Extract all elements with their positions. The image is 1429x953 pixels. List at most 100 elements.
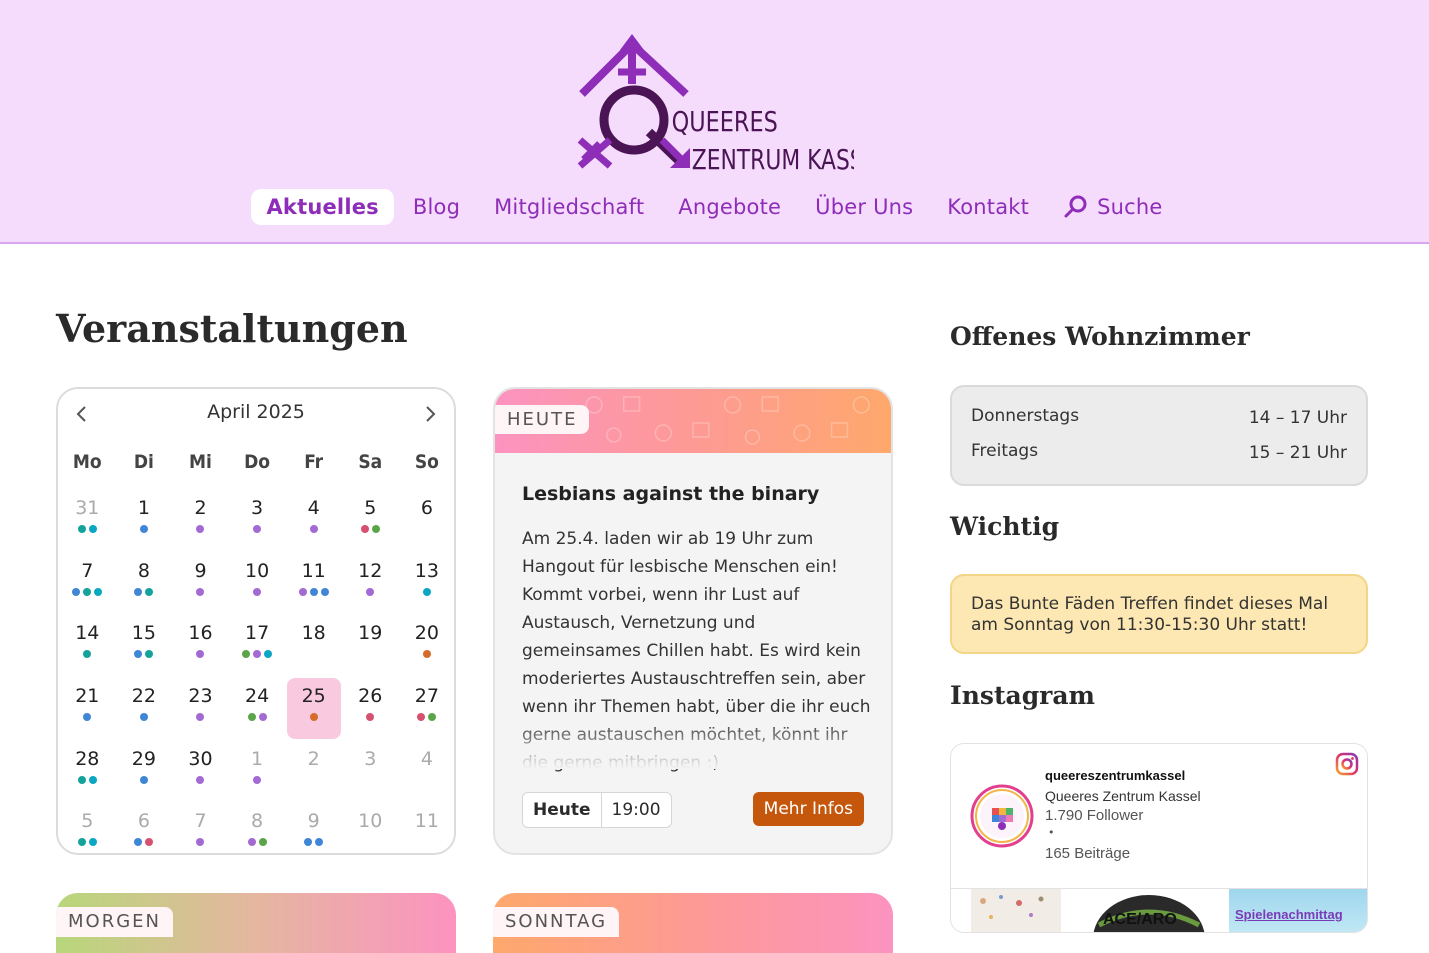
event-dot (315, 838, 324, 847)
nav-item-ueber-uns[interactable]: Über Uns (800, 189, 928, 225)
site-logo[interactable]: QUEERES ZENTRUM KASSEL (574, 32, 890, 176)
event-dot (309, 525, 318, 533)
day-number: 2 (307, 747, 320, 770)
instagram-username[interactable]: queereszentrumkassel (1045, 768, 1185, 783)
thumb-label: ACE/ARO (1103, 911, 1177, 928)
calendar-day[interactable]: 12 (342, 548, 399, 611)
calendar-day[interactable]: 11 (399, 798, 456, 861)
event-dots (366, 587, 375, 596)
calendar-day[interactable]: 20 (399, 610, 456, 673)
nav-item-aktuelles[interactable]: Aktuelles (251, 189, 394, 225)
calendar-day[interactable]: 14 (59, 610, 116, 673)
calendar-day[interactable]: 1 (229, 736, 286, 799)
event-dot (83, 587, 92, 596)
calendar-day[interactable]: 26 (342, 673, 399, 736)
event-dots (77, 525, 97, 533)
day-number: 22 (131, 685, 156, 708)
calendar-day[interactable]: 7 (59, 548, 116, 611)
calendar-day[interactable]: 17 (229, 610, 286, 673)
event-dot (145, 650, 154, 659)
calendar-day[interactable]: 13 (399, 548, 456, 611)
calendar-day[interactable]: 5 (342, 485, 399, 548)
instagram-post-thumb[interactable] (971, 889, 1061, 932)
calendar-day[interactable]: 7 (172, 798, 229, 861)
nav-search-button[interactable]: Suche (1048, 188, 1177, 226)
event-dot (253, 775, 262, 784)
calendar-day-today[interactable]: 25 (285, 673, 342, 739)
calendar-day[interactable]: 24 (229, 673, 286, 736)
calendar-day[interactable]: 5 (59, 798, 116, 861)
calendar-day[interactable]: 2 (172, 485, 229, 548)
hours-day: Donnerstags (971, 406, 1080, 426)
event-dot (196, 650, 205, 659)
calendar-day[interactable]: 27 (399, 673, 456, 736)
event-dot (253, 650, 262, 659)
day-number: 12 (358, 559, 383, 582)
card-date-tag: MORGEN (56, 907, 173, 937)
more-info-button[interactable]: Mehr Infos (752, 792, 864, 826)
event-dots (422, 650, 431, 659)
nav-item-kontakt[interactable]: Kontakt (932, 189, 1044, 225)
day-number: 31 (75, 497, 100, 519)
calendar-day[interactable]: 10 (342, 798, 399, 861)
calendar-day[interactable]: 9 (172, 548, 229, 611)
calendar-day[interactable]: 8 (116, 548, 173, 611)
event-dot (139, 775, 148, 784)
calendar-day[interactable]: 10 (229, 548, 286, 611)
weekday-label: Sa (358, 451, 383, 473)
event-dot (196, 775, 205, 784)
important-notice: Das Bunte Fäden Treffen findet dieses Ma… (950, 574, 1368, 654)
event-dot (422, 587, 431, 596)
event-dots (298, 587, 329, 596)
calendar-day[interactable]: 21 (59, 673, 116, 736)
calendar-day[interactable]: 3 (342, 736, 399, 799)
calendar-day[interactable]: 28 (59, 736, 116, 799)
chevron-right-icon[interactable] (418, 401, 444, 427)
day-number: 28 (75, 747, 100, 770)
nav-item-blog[interactable]: Blog (398, 189, 475, 225)
event-dot (77, 838, 86, 847)
calendar-day[interactable]: 11 (285, 548, 342, 611)
day-number: 1 (251, 747, 264, 770)
calendar-day[interactable]: 6 (116, 798, 173, 861)
calendar-day[interactable]: 30 (172, 736, 229, 799)
day-number: 25 (301, 685, 326, 708)
instagram-post-thumb[interactable]: Spielenachmittag (1229, 889, 1367, 932)
day-number: 8 (251, 810, 264, 833)
calendar-day[interactable]: 1 (116, 485, 173, 548)
day-number: 21 (75, 685, 100, 708)
day-number: 24 (244, 685, 270, 708)
event-dot (253, 587, 262, 596)
calendar-day[interactable]: 8 (229, 798, 286, 861)
day-number: 19 (358, 622, 383, 645)
wichtig-heading: Wichtig (950, 512, 1060, 541)
wohnzimmer-heading: Offenes Wohnzimmer (950, 322, 1250, 351)
instagram-post-thumb[interactable]: ACE/ARO (1089, 889, 1209, 932)
calendar-day[interactable]: 3 (229, 485, 286, 548)
instagram-icon[interactable] (1335, 752, 1359, 776)
calendar-day[interactable]: 4 (285, 485, 342, 548)
calendar-day[interactable]: 6 (399, 485, 456, 548)
calendar-day[interactable]: 9 (285, 798, 342, 861)
instagram-widget[interactable]: queereszentrumkassel Queeres Zentrum Kas… (950, 743, 1368, 933)
calendar-day[interactable]: 15 (116, 610, 173, 673)
nav-item-angebote[interactable]: Angebote (663, 189, 796, 225)
weekday-label: So (414, 451, 439, 473)
event-dots (83, 713, 92, 722)
calendar-day[interactable]: 29 (116, 736, 173, 799)
calendar-day[interactable]: 4 (399, 736, 456, 799)
calendar-day[interactable]: 18 (285, 610, 342, 673)
calendar-day[interactable]: 23 (172, 673, 229, 736)
calendar-day[interactable]: 22 (116, 673, 173, 736)
nav-search-label: Suche (1097, 195, 1163, 219)
calendar-day[interactable]: 19 (342, 610, 399, 673)
calendar-day[interactable]: 2 (285, 736, 342, 799)
chevron-left-icon[interactable] (68, 401, 94, 427)
nav-item-mitgliedschaft[interactable]: Mitgliedschaft (479, 189, 659, 225)
event-dot (72, 587, 81, 596)
day-number: 4 (420, 747, 433, 770)
event-dots (366, 713, 375, 722)
calendar-day[interactable]: 31 (59, 485, 116, 548)
weekday-label: Mo (72, 451, 102, 473)
calendar-day[interactable]: 16 (172, 610, 229, 673)
